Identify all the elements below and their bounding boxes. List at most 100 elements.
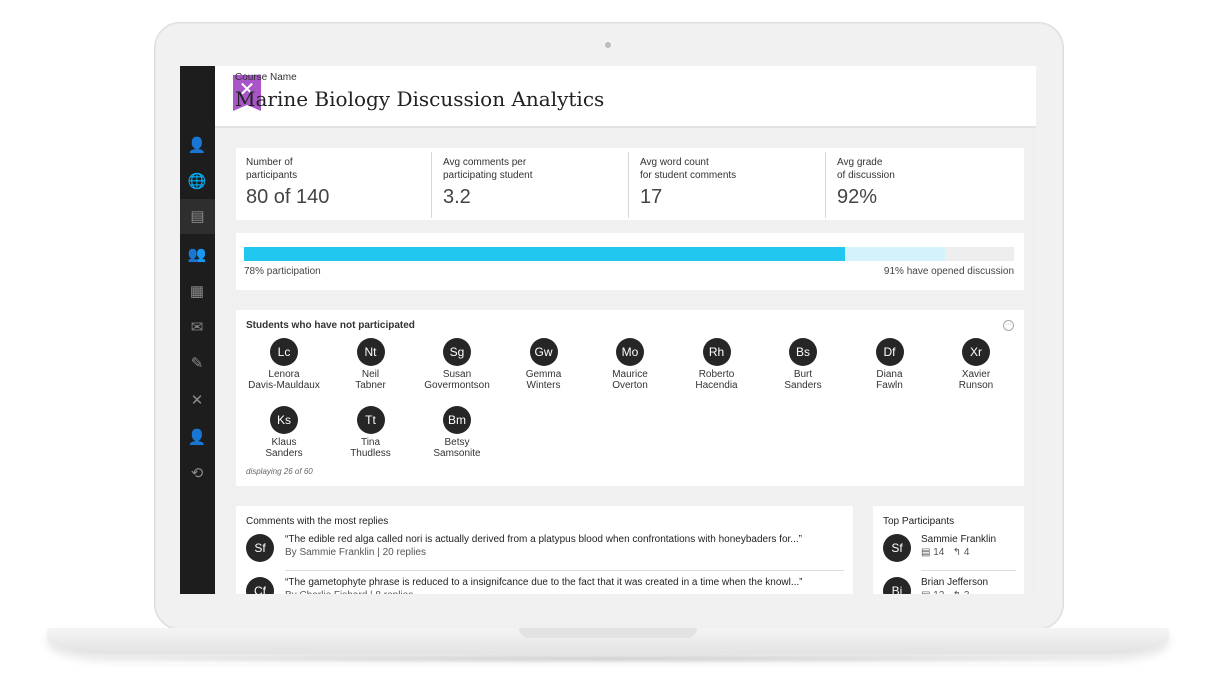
student-card[interactable]: Ks KlausSanders [241,406,327,459]
stat-label: Number of participants [246,156,297,182]
stat-card: Avg word count for student comments17 [630,148,826,220]
comment-count: 12 [933,590,944,594]
avatar: Gw [530,338,558,366]
participant-name: Brian Jefferson [921,577,988,588]
displaying-count: displaying 26 of 60 [246,467,313,476]
student-card[interactable]: MoMauriceOverton [587,338,673,391]
student-first-name: Susan [414,369,500,380]
avatar: Rh [703,338,731,366]
student-first-name: Klaus [241,437,327,448]
avatar: Tt [357,406,385,434]
student-first-name: Burt [760,369,846,380]
avatar: Lc [270,338,298,366]
reply-count: 3 [964,590,970,594]
participation-bar-fill [244,247,845,261]
student-first-name: Diana [847,369,933,380]
signout-icon[interactable]: ⟲ [187,464,207,484]
grades-icon[interactable]: ✎ [187,354,207,374]
student-first-name: Xavier [933,369,1019,380]
panel-title: Students who have not participated [246,320,415,331]
user-icon[interactable]: 👤 [187,136,207,156]
avatar: Bm [443,406,471,434]
student-card[interactable]: Df DianaFawln [847,338,933,391]
student-card[interactable]: Tt TinaThudless [328,406,414,459]
page-header: ✕ Course Name Marine Biology Discussion … [215,66,1036,128]
student-last-name: Sanders [241,448,327,459]
student-last-name: Thudless [328,448,414,459]
camera-icon [605,42,611,48]
comments-icon: ▤ [921,590,933,594]
stat-label: Avg comments per participating student [443,156,533,182]
student-card[interactable]: Gw GemmaWinters [501,338,587,391]
student-last-name: Davis-Mauldaux [241,380,327,391]
participation-label: 78% participation [244,266,321,277]
student-card[interactable]: BmBetsySamsonite [414,406,500,459]
stat-card: Avg grade of discussion 92% [827,148,1023,220]
student-first-name: Lenora [241,369,327,380]
sidebar: 👤 🌐 ▤ 👥 ▦ ✉ ✎ ✕ 👤 ⟲ [180,66,215,594]
comment-text: “The gametophyte phrase is reduced to a … [285,577,803,588]
stats-panel: Number of participants 80 of 140 Avg comme… [236,148,1024,220]
student-last-name: Sanders [760,380,846,391]
student-card[interactable]: NtNeilTabner [328,338,414,391]
student-last-name: Hacendia [674,380,760,391]
comments-icon: ▤ [921,547,933,558]
user-settings-icon[interactable]: 👤 [187,428,207,448]
avatar: Xr [962,338,990,366]
stat-divider [431,152,432,218]
stat-value: 80 of 140 [246,186,329,209]
avatar: Bj [883,577,911,594]
avatar: Df [876,338,904,366]
student-first-name: Roberto [674,369,760,380]
screen: 👤 🌐 ▤ 👥 ▦ ✉ ✎ ✕ 👤 ⟲ ✕ Course Name Marine Biology … [180,66,1036,594]
student-card[interactable]: Rh RobertoHacendia [674,338,760,391]
participation-bar [244,247,1014,261]
calendar-icon[interactable]: ▦ [187,282,207,302]
course-name-label: Course Name [235,72,297,83]
groups-icon[interactable]: 👥 [187,245,207,265]
stat-label: Avg grade of discussion [837,156,895,182]
student-card[interactable]: SgSusanGovermontson [414,338,500,391]
student-card[interactable]: Lc LenoraDavis-Mauldaux [241,338,327,391]
messages-icon[interactable]: ✉ [187,318,207,338]
student-last-name: Tabner [328,380,414,391]
laptop-notch [519,628,697,638]
tools-icon[interactable]: ✕ [187,391,207,411]
courses-icon[interactable]: ▤ [180,199,215,234]
replies-icon: ↰ [953,547,964,558]
student-last-name: Winters [501,380,587,391]
student-last-name: Fawln [847,380,933,391]
top-participants-panel: Top Participants SfSammie Franklin▤ 14 ↰… [873,506,1024,594]
avatar: Bs [789,338,817,366]
comment-meta: By Charlie Fishard | 8 replies [285,590,413,594]
student-card[interactable]: XrXavierRunson [933,338,1019,391]
globe-icon[interactable]: 🌐 [187,172,207,192]
student-last-name: Samsonite [414,448,500,459]
panel-title: Top Participants [883,516,954,527]
page-title: Marine Biology Discussion Analytics [235,87,604,111]
replies-icon: ↰ [953,590,964,594]
comment-meta: By Sammie Franklin | 20 replies [285,547,426,558]
comment-text: “The edible red alga called nori is actu… [285,534,802,545]
avatar: Ks [270,406,298,434]
laptop-shadow [70,654,1146,664]
student-first-name: Maurice [587,369,673,380]
student-card[interactable]: Bs BurtSanders [760,338,846,391]
student-first-name: Gemma [501,369,587,380]
participant-stats: ▤ 12 ↰ 3 [921,590,969,594]
panel-title: Comments with the most replies [246,516,388,527]
participant-stats: ▤ 14 ↰ 4 [921,547,969,558]
student-first-name: Tina [328,437,414,448]
student-last-name: Overton [587,380,673,391]
comment-count: 14 [933,547,944,558]
stat-value: 3.2 [443,186,471,209]
opened-label: 91% have opened discussion [884,266,1014,277]
not-participated-panel: Students who have not participated ··· d… [236,310,1024,486]
reply-count: 4 [964,547,970,558]
more-icon[interactable]: ··· [1003,320,1014,331]
participant-name: Sammie Franklin [921,534,996,545]
stat-card: Avg comments per participating student 3.… [433,148,629,220]
stat-card: Number of participants 80 of 140 [236,148,432,220]
student-first-name: Neil [328,369,414,380]
stat-value: 92% [837,186,877,209]
